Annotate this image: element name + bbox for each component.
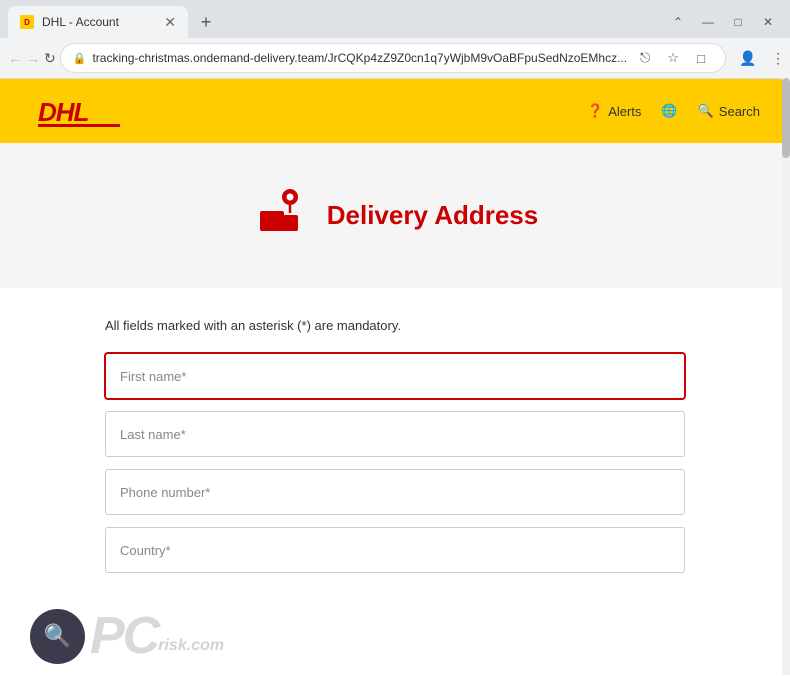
lock-icon: 🔒 — [73, 52, 87, 65]
address-bar-icons: ⎋ ☆ □ — [633, 46, 713, 70]
phone-field-group — [105, 469, 685, 515]
minimize-button[interactable]: — — [694, 8, 722, 36]
back-button[interactable]: ← — [8, 44, 22, 72]
first-name-field-group — [105, 353, 685, 399]
new-tab-button[interactable]: + — [192, 8, 220, 36]
dhl-nav: ❓ Alerts 🌐 🔍 Search — [587, 103, 760, 119]
alerts-label: Alerts — [608, 104, 641, 119]
browser-chrome: D DHL - Account ✕ + ⌃ — □ ✕ ← → ↻ 🔒 trac… — [0, 0, 790, 79]
tab-title: DHL - Account — [42, 15, 119, 29]
phone-input[interactable] — [105, 469, 685, 515]
scrollbar-track — [782, 78, 790, 675]
watermark-domain-text: risk.com — [158, 637, 224, 655]
mandatory-note: All fields marked with an asterisk (*) a… — [105, 318, 685, 333]
form-section: All fields marked with an asterisk (*) a… — [85, 318, 705, 615]
address-bar[interactable]: 🔒 tracking-christmas.ondemand-delivery.t… — [60, 43, 726, 73]
alerts-icon: ❓ — [587, 103, 603, 119]
watermark-overlay: PC risk.com — [30, 606, 224, 666]
refresh-button[interactable]: ↻ — [44, 44, 56, 72]
active-tab[interactable]: D DHL - Account ✕ — [8, 6, 188, 38]
maximize-button[interactable]: □ — [724, 8, 752, 36]
scrollbar-thumb[interactable] — [782, 78, 790, 158]
chevron-up-icon[interactable]: ⌃ — [664, 8, 692, 36]
hero-title: Delivery Address — [327, 200, 538, 231]
last-name-field-group — [105, 411, 685, 457]
toolbar-icons: 👤 ⋮ — [734, 44, 790, 72]
profile-icon[interactable]: □ — [689, 46, 713, 70]
dhl-header: DHL ❓ Alerts 🌐 🔍 Search — [0, 79, 790, 143]
country-field-group — [105, 527, 685, 573]
hero-section: Delivery Address — [0, 143, 790, 288]
search-nav-item[interactable]: 🔍 Search — [698, 103, 760, 119]
svg-text:DHL: DHL — [38, 97, 89, 127]
delivery-package-icon — [252, 183, 312, 248]
close-button[interactable]: ✕ — [754, 8, 782, 36]
first-name-input[interactable] — [105, 353, 685, 399]
menu-icon[interactable]: ⋮ — [764, 44, 790, 72]
language-nav-item[interactable]: 🌐 — [661, 103, 677, 119]
website-content: DHL ❓ Alerts 🌐 🔍 Search — [0, 79, 790, 676]
search-icon: 🔍 — [698, 103, 714, 119]
url-text: tracking-christmas.ondemand-delivery.tea… — [92, 51, 627, 65]
hero-content: Delivery Address — [20, 183, 770, 248]
last-name-input[interactable] — [105, 411, 685, 457]
dhl-logo: DHL — [30, 93, 130, 129]
address-bar-row: ← → ↻ 🔒 tracking-christmas.ondemand-deli… — [0, 38, 790, 78]
tab-close-icon[interactable]: ✕ — [164, 14, 176, 31]
person-icon[interactable]: 👤 — [734, 44, 762, 72]
watermark-pc-text: PC — [90, 606, 158, 666]
tab-favicon: D — [20, 15, 34, 29]
country-input[interactable] — [105, 527, 685, 573]
bookmark-icon[interactable]: ☆ — [661, 46, 685, 70]
delivery-icon-svg — [252, 183, 312, 243]
alerts-nav-item[interactable]: ❓ Alerts — [587, 103, 641, 119]
search-label: Search — [719, 104, 760, 119]
globe-icon: 🌐 — [661, 103, 677, 119]
tab-bar: D DHL - Account ✕ + ⌃ — □ ✕ — [0, 0, 790, 38]
forward-button[interactable]: → — [26, 44, 40, 72]
window-controls: ⌃ — □ ✕ — [664, 8, 782, 36]
dhl-logo-svg: DHL — [30, 93, 130, 129]
share-icon[interactable]: ⎋ — [633, 46, 657, 70]
pcrisk-logo-icon — [30, 609, 85, 664]
